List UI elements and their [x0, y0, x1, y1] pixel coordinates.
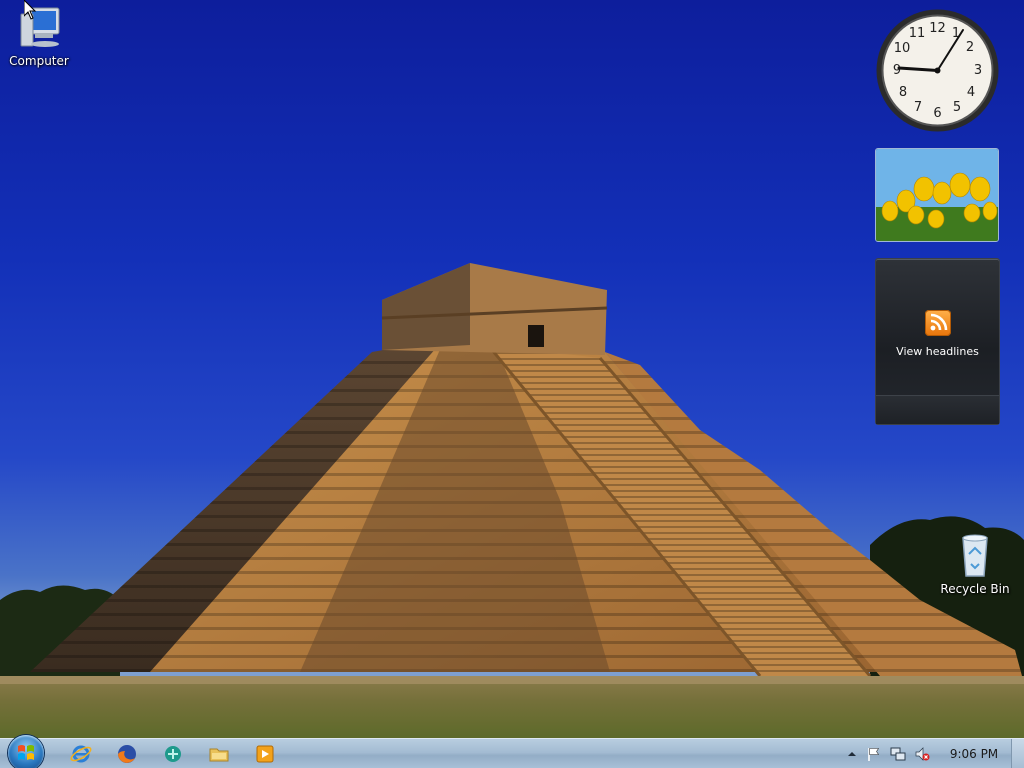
- media-player-icon: [256, 745, 274, 763]
- mouse-cursor-icon: [24, 0, 36, 20]
- desktop-icon-computer[interactable]: Computer: [1, 4, 77, 68]
- taskbar-windows-explorer[interactable]: [206, 742, 232, 766]
- svg-text:2: 2: [966, 40, 974, 55]
- svg-text:7: 7: [914, 100, 922, 115]
- internet-explorer-icon: [70, 745, 92, 763]
- svg-text:6: 6: [933, 106, 941, 121]
- desktop-icon-label: Recycle Bin: [940, 582, 1010, 596]
- recycle-bin-icon: [962, 534, 988, 577]
- taskbar-internet-explorer[interactable]: [68, 742, 94, 766]
- show-hidden-icons-chevron[interactable]: [844, 746, 860, 762]
- wallpaper-pyramid: [0, 263, 1024, 738]
- feed-footer: [876, 395, 999, 424]
- windows-explorer-icon: [209, 748, 229, 762]
- svg-text:12: 12: [929, 21, 946, 36]
- view-headlines-link[interactable]: View headlines: [876, 345, 999, 358]
- taskbar-clock[interactable]: 9:06 PM: [942, 747, 1006, 761]
- svg-text:3: 3: [974, 63, 982, 78]
- svg-text:4: 4: [967, 85, 975, 100]
- clock-gadget[interactable]: 12 1 2 3 4 5 6 7 8 9 10 11: [875, 8, 1000, 133]
- svg-text:5: 5: [953, 100, 961, 115]
- windows-logo-icon: [18, 745, 34, 760]
- firefox-icon: [118, 745, 136, 763]
- taskbar-media-player[interactable]: [252, 742, 278, 766]
- svg-text:9: 9: [893, 63, 901, 78]
- network-icon[interactable]: [890, 746, 906, 762]
- taskbar: 9:06 PM: [0, 735, 1024, 768]
- app-icon: [165, 746, 181, 762]
- svg-text:8: 8: [899, 85, 907, 100]
- rss-feed-icon: [925, 310, 951, 336]
- svg-text:1: 1: [952, 26, 960, 41]
- desktop[interactable]: Computer Recycle Bin 12 1 2 3 4 5 6 7 8 …: [0, 0, 1024, 738]
- svg-text:10: 10: [894, 41, 911, 56]
- start-button[interactable]: [8, 735, 44, 768]
- desktop-icon-recycle-bin[interactable]: Recycle Bin: [937, 532, 1013, 596]
- action-center-flag-icon[interactable]: [866, 746, 882, 762]
- taskbar-app[interactable]: [160, 742, 186, 766]
- tulips-photo: [876, 149, 998, 241]
- volume-muted-icon[interactable]: [914, 746, 930, 762]
- slideshow-gadget[interactable]: [875, 148, 999, 242]
- desktop-icon-label: Computer: [9, 54, 69, 68]
- computer-icon: [20, 7, 60, 47]
- notification-area: 9:06 PM: [840, 739, 1024, 768]
- taskbar-firefox[interactable]: [114, 742, 140, 766]
- svg-text:11: 11: [909, 26, 926, 41]
- feed-headlines-gadget[interactable]: View headlines: [875, 258, 1000, 425]
- show-desktop-button[interactable]: [1011, 739, 1024, 768]
